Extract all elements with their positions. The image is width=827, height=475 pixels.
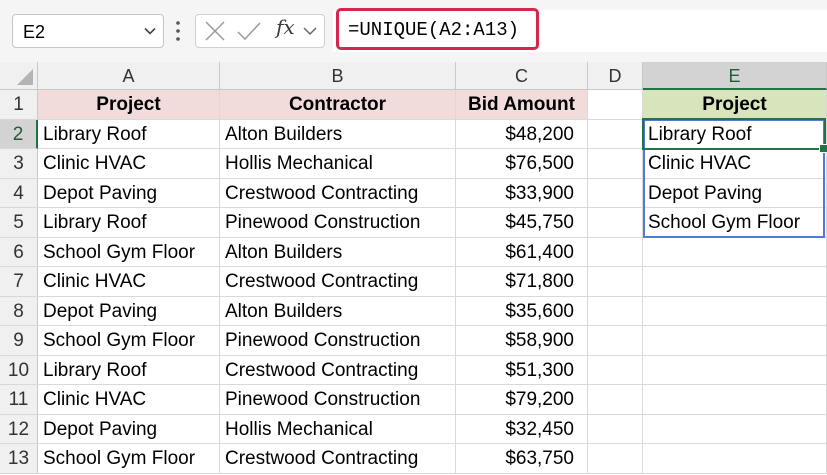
bid-amount-cell[interactable]: $33,900	[456, 178, 588, 208]
contractor-cell[interactable]: Pinewood Construction	[220, 385, 456, 415]
project-cell[interactable]: Depot Paving	[38, 414, 220, 444]
spreadsheet-grid: A B C D E 1 2 3 4 5 6 7 8 9 10 11 12 13 Project Contractor B…	[0, 62, 827, 475]
project-cell[interactable]: School Gym Floor	[38, 237, 220, 267]
cell[interactable]	[588, 178, 643, 208]
cell[interactable]	[643, 355, 827, 385]
bid-amount-cell[interactable]: $32,450	[456, 414, 588, 444]
contractor-cell[interactable]: Crestwood Contracting	[220, 444, 456, 474]
bid-amount-cell[interactable]: $48,200	[456, 119, 588, 149]
row-header-8[interactable]: 8	[0, 296, 38, 326]
bid-amount-cell[interactable]: $58,900	[456, 326, 588, 356]
column-header-b[interactable]: B	[220, 62, 456, 90]
contractor-cell[interactable]: Hollis Mechanical	[220, 414, 456, 444]
contractor-cell[interactable]: Crestwood Contracting	[220, 178, 456, 208]
project-cell[interactable]: Library Roof	[38, 119, 220, 149]
bid-amount-cell[interactable]: $35,600	[456, 296, 588, 326]
project-cell[interactable]: Depot Paving	[38, 178, 220, 208]
column-header-e[interactable]: E	[643, 62, 827, 90]
project-cell[interactable]: School Gym Floor	[38, 444, 220, 474]
bid-amount-cell[interactable]: $71,800	[456, 267, 588, 297]
cancel-icon[interactable]	[204, 15, 226, 47]
project-cell[interactable]: Library Roof	[38, 355, 220, 385]
project-cell[interactable]: Clinic HVAC	[38, 149, 220, 179]
bid-amount-cell[interactable]: $51,300	[456, 355, 588, 385]
cell[interactable]	[643, 267, 827, 297]
formula-buttons	[195, 14, 325, 48]
unique-result-cell[interactable]: School Gym Floor	[643, 208, 827, 238]
unique-result-cell[interactable]: Library Roof	[643, 119, 827, 149]
project-cell[interactable]: Library Roof	[38, 208, 220, 238]
contractor-cell[interactable]: Crestwood Contracting	[220, 355, 456, 385]
fill-handle[interactable]	[819, 144, 827, 153]
cell[interactable]	[588, 385, 643, 415]
select-all-triangle-icon	[17, 69, 33, 85]
row-header-11[interactable]: 11	[0, 385, 38, 415]
cell[interactable]	[588, 326, 643, 356]
bid-amount-cell[interactable]: $76,500	[456, 149, 588, 179]
column-header-d[interactable]: D	[588, 62, 643, 90]
unique-result-cell[interactable]: Depot Paving	[643, 178, 827, 208]
table-header-cell[interactable]: Bid Amount	[456, 90, 588, 120]
enter-check-icon[interactable]	[236, 15, 262, 47]
bid-amount-cell[interactable]: $45,750	[456, 208, 588, 238]
row-header-7[interactable]: 7	[0, 267, 38, 297]
cell[interactable]	[588, 90, 643, 120]
cell[interactable]	[588, 208, 643, 238]
project-cell[interactable]: Clinic HVAC	[38, 385, 220, 415]
unique-result-cell[interactable]: Clinic HVAC	[643, 149, 827, 179]
row-header-4[interactable]: 4	[0, 178, 38, 208]
project-cell[interactable]: Depot Paving	[38, 296, 220, 326]
select-all-button[interactable]	[0, 62, 38, 90]
row-header-2[interactable]: 2	[0, 119, 38, 149]
formula-text: =UNIQUE(A2:A13)	[348, 19, 520, 41]
table-header-cell[interactable]: Project	[38, 90, 220, 120]
cell[interactable]	[588, 296, 643, 326]
contractor-cell[interactable]: Pinewood Construction	[220, 326, 456, 356]
cell[interactable]	[588, 119, 643, 149]
cell[interactable]	[588, 444, 643, 474]
name-box-value: E2	[23, 22, 46, 42]
name-box[interactable]: E2	[12, 14, 164, 48]
cell[interactable]	[588, 414, 643, 444]
contractor-cell[interactable]: Alton Builders	[220, 119, 456, 149]
cell[interactable]	[643, 414, 827, 444]
cell[interactable]	[643, 385, 827, 415]
cell[interactable]	[643, 296, 827, 326]
column-header-a[interactable]: A	[38, 62, 220, 90]
row-header-6[interactable]: 6	[0, 237, 38, 267]
cell[interactable]	[588, 267, 643, 297]
cell[interactable]	[588, 355, 643, 385]
cell[interactable]	[643, 326, 827, 356]
contractor-cell[interactable]: Hollis Mechanical	[220, 149, 456, 179]
more-options-icon[interactable]	[175, 20, 181, 47]
cell[interactable]	[588, 237, 643, 267]
project-cell[interactable]: School Gym Floor	[38, 326, 220, 356]
bid-amount-cell[interactable]: $79,200	[456, 385, 588, 415]
row-header-1[interactable]: 1	[0, 90, 38, 120]
project-cell[interactable]: Clinic HVAC	[38, 267, 220, 297]
row-header-10[interactable]: 10	[0, 355, 38, 385]
cell[interactable]	[588, 149, 643, 179]
row-header-9[interactable]: 9	[0, 326, 38, 356]
cell[interactable]	[643, 237, 827, 267]
formula-bar: E2 fx =UNIQUE(A2:A13)	[0, 0, 827, 62]
bid-amount-cell[interactable]: $63,750	[456, 444, 588, 474]
contractor-cell[interactable]: Alton Builders	[220, 237, 456, 267]
chevron-down-icon[interactable]	[143, 24, 157, 43]
column-header-c[interactable]: C	[456, 62, 588, 90]
row-header-13[interactable]: 13	[0, 444, 38, 474]
row-header-5[interactable]: 5	[0, 208, 38, 238]
expand-formula-icon[interactable]	[302, 15, 318, 47]
contractor-cell[interactable]: Alton Builders	[220, 296, 456, 326]
bid-amount-cell[interactable]: $61,400	[456, 237, 588, 267]
contractor-cell[interactable]: Crestwood Contracting	[220, 267, 456, 297]
formula-highlight-box[interactable]: =UNIQUE(A2:A13)	[336, 8, 539, 50]
table-header-cell[interactable]: Contractor	[220, 90, 456, 120]
cell[interactable]	[643, 444, 827, 474]
result-header-cell[interactable]: Project	[643, 90, 827, 120]
insert-function-icon[interactable]: fx	[276, 15, 295, 39]
row-header-12[interactable]: 12	[0, 414, 38, 444]
row-header-3[interactable]: 3	[0, 149, 38, 179]
contractor-cell[interactable]: Pinewood Construction	[220, 208, 456, 238]
